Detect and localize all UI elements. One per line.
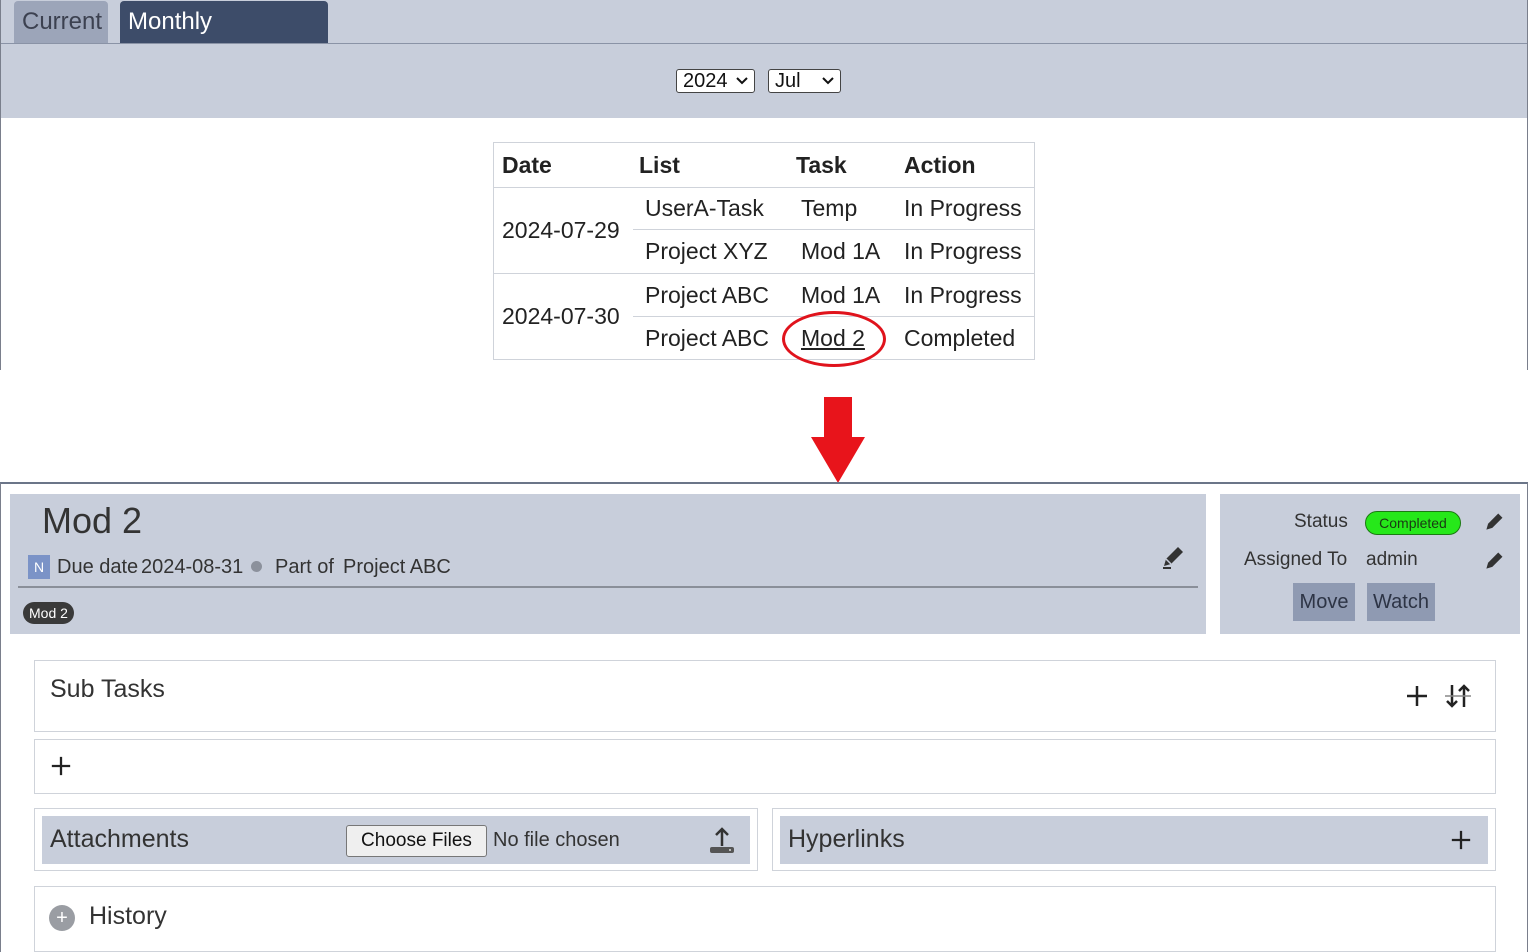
sort-icon[interactable] bbox=[1443, 681, 1473, 711]
row-date: 2024-07-30 bbox=[502, 303, 620, 329]
parent-list-link[interactable]: Project ABC bbox=[343, 555, 451, 579]
task-title: Mod 2 bbox=[42, 500, 143, 541]
attachments-section: Attachments Choose Files No file chosen bbox=[34, 808, 758, 871]
task-detail-panel: Mod 2 N Due date 2024-08-31 Part of Proj… bbox=[0, 482, 1528, 952]
add-subtask-row bbox=[34, 739, 1496, 794]
row-task[interactable]: Mod 1A bbox=[801, 238, 880, 265]
highlight-circle bbox=[782, 311, 886, 367]
subtasks-section: Sub Tasks bbox=[34, 660, 1496, 732]
due-date-value: 2024-08-31 bbox=[141, 556, 244, 578]
subtasks-title: Sub Tasks bbox=[50, 675, 165, 703]
chevron-down-icon bbox=[822, 77, 834, 85]
file-status-text: No file chosen bbox=[493, 829, 620, 851]
row-list: Project XYZ bbox=[645, 238, 768, 264]
upload-icon[interactable] bbox=[708, 826, 736, 854]
hyperlinks-section: Hyperlinks bbox=[772, 808, 1496, 871]
attachments-bar: Attachments Choose Files No file chosen bbox=[42, 816, 750, 864]
filter-bar: 2024 Jul bbox=[1, 44, 1527, 118]
tab-current[interactable]: Current bbox=[14, 1, 108, 43]
status-label: Status bbox=[1294, 511, 1348, 532]
pencil-icon[interactable] bbox=[1160, 544, 1186, 570]
column-header-date: Date bbox=[502, 152, 552, 178]
row-list: Project ABC bbox=[645, 325, 769, 351]
monthly-summary-panel: Current Monthly Summary 2024 Jul Date Li… bbox=[0, 0, 1528, 370]
status-badge: Completed bbox=[1365, 511, 1461, 535]
row-list: UserA-Task bbox=[645, 195, 764, 221]
chevron-down-icon bbox=[736, 77, 748, 85]
tag-badge[interactable]: Mod 2 bbox=[23, 602, 74, 624]
move-button[interactable]: Move bbox=[1293, 583, 1355, 621]
row-task[interactable]: Temp bbox=[801, 195, 857, 222]
hyperlinks-title: Hyperlinks bbox=[788, 825, 905, 853]
row-action: In Progress bbox=[904, 195, 1022, 221]
assigned-to-value: admin bbox=[1366, 549, 1418, 570]
tab-bar: Current Monthly Summary bbox=[1, 0, 1527, 77]
attachments-title: Attachments bbox=[50, 825, 189, 853]
row-action: In Progress bbox=[904, 238, 1022, 264]
assigned-to-label: Assigned To bbox=[1244, 549, 1348, 570]
month-select[interactable]: Jul bbox=[768, 69, 841, 93]
row-divider bbox=[633, 229, 1034, 230]
separator-dot bbox=[251, 561, 262, 572]
tab-monthly-summary[interactable]: Monthly Summary bbox=[120, 1, 328, 77]
row-task[interactable]: Mod 1A bbox=[801, 282, 880, 309]
task-header: Mod 2 N Due date 2024-08-31 Part of Proj… bbox=[10, 494, 1206, 634]
group-divider bbox=[494, 273, 1034, 274]
history-title: History bbox=[89, 902, 167, 930]
summary-table: Date List Task Action 2024-07-29 UserA-T… bbox=[493, 142, 1035, 367]
column-header-task: Task bbox=[796, 152, 847, 178]
year-select-value: 2024 bbox=[683, 70, 728, 92]
column-header-list: List bbox=[639, 152, 680, 178]
task-sidebar: Status Completed Assigned To admin Move … bbox=[1220, 494, 1520, 634]
due-date-label: Due date bbox=[57, 556, 139, 578]
priority-badge: N bbox=[28, 555, 50, 579]
row-list: Project ABC bbox=[645, 282, 769, 308]
hyperlinks-bar: Hyperlinks bbox=[780, 816, 1488, 864]
row-action: Completed bbox=[904, 325, 1016, 351]
year-select[interactable]: 2024 bbox=[676, 69, 755, 93]
add-hyperlink-plus-icon[interactable] bbox=[1450, 829, 1472, 851]
history-section[interactable]: + History bbox=[34, 886, 1496, 952]
expand-plus-icon[interactable]: + bbox=[49, 905, 75, 931]
header-divider bbox=[18, 586, 1198, 588]
down-arrow-icon bbox=[811, 397, 865, 483]
part-of-label: Part of bbox=[275, 556, 334, 578]
add-subtask-plus-icon[interactable] bbox=[50, 755, 72, 777]
pencil-icon[interactable] bbox=[1483, 550, 1505, 572]
pencil-icon[interactable] bbox=[1483, 511, 1505, 533]
row-action: In Progress bbox=[904, 282, 1022, 308]
watch-button[interactable]: Watch bbox=[1367, 583, 1435, 621]
row-date: 2024-07-29 bbox=[502, 217, 620, 243]
choose-files-button[interactable]: Choose Files bbox=[346, 825, 487, 857]
column-header-action: Action bbox=[904, 152, 976, 178]
header-divider bbox=[494, 187, 1034, 188]
plus-icon[interactable] bbox=[1405, 684, 1429, 708]
month-select-value: Jul bbox=[775, 70, 801, 92]
